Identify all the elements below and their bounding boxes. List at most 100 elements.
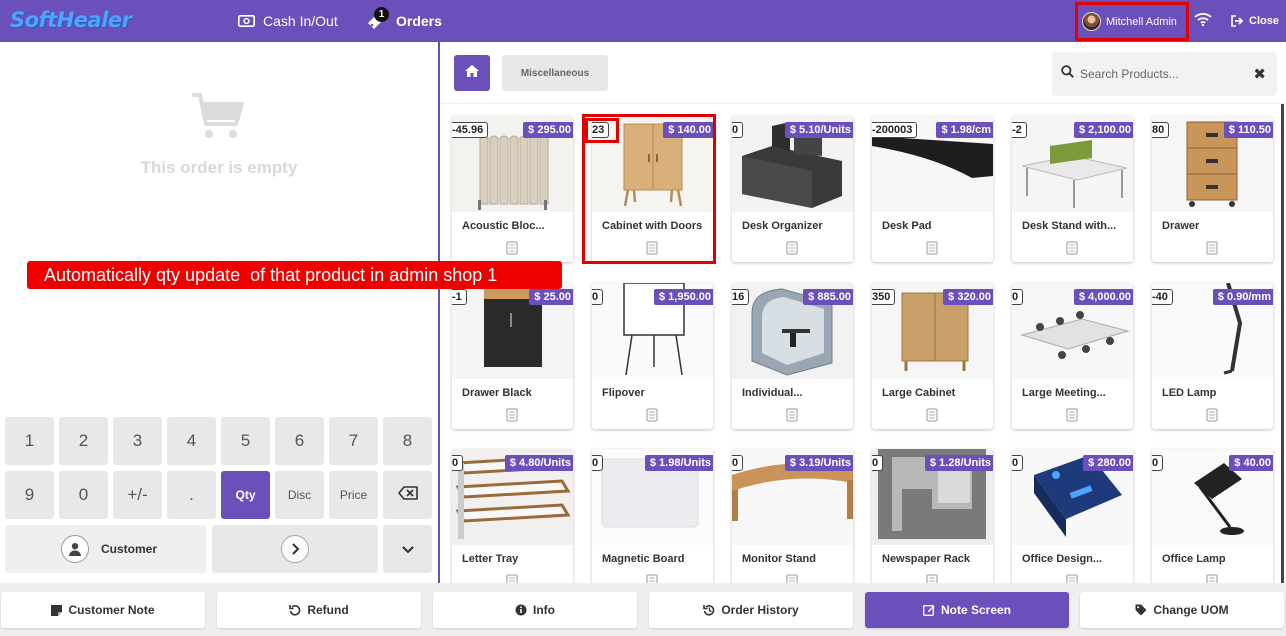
price-badge: $ 0.90/mm — [1212, 289, 1273, 305]
action-bar: Customer Note Refund Info Order History … — [0, 583, 1286, 636]
product-info-icon[interactable] — [506, 574, 518, 583]
products-scrollbar[interactable] — [1281, 104, 1284, 583]
top-bar: SoftHealer Cash In/Out 1 Orders Mitchell… — [0, 0, 1286, 42]
numpad-key-0[interactable]: 0 — [59, 471, 108, 519]
product-card[interactable]: -40 $ 0.90/mm LED Lamp — [1152, 283, 1273, 429]
toolbar-separator — [440, 103, 1286, 104]
product-info-icon[interactable] — [786, 408, 798, 427]
product-info-icon[interactable] — [646, 574, 658, 583]
product-name: LED Lamp — [1162, 387, 1217, 399]
product-info-icon[interactable] — [1206, 574, 1218, 583]
close-icon[interactable]: ✖ — [1253, 65, 1266, 83]
undo-icon — [289, 604, 301, 616]
order-history-button[interactable]: Order History — [649, 592, 853, 628]
product-name: Drawer Black — [462, 387, 532, 399]
product-info-icon[interactable] — [1206, 408, 1218, 427]
product-name: Newspaper Rack — [882, 553, 971, 565]
product-card[interactable]: -200003 $ 1.98/cm Desk Pad — [872, 116, 993, 262]
home-category-button[interactable] — [454, 55, 490, 91]
product-name: Acoustic Bloc... — [462, 220, 545, 232]
product-name: Desk Organizer — [742, 220, 823, 232]
stock-qty-badge: 0 — [1012, 289, 1024, 305]
numpad-key-6[interactable]: 6 — [275, 417, 324, 465]
product-card[interactable]: 23 $ 140.00 Cabinet with Doors — [592, 116, 713, 262]
backspace-button[interactable] — [383, 471, 432, 519]
product-card[interactable]: 0 $ 3.19/Units Monitor Stand — [732, 449, 853, 583]
products-panel: Miscellaneous ✖ -45.96 $ 295.00 Acoustic… — [440, 42, 1286, 583]
stock-qty-badge: 350 — [872, 289, 896, 305]
product-card[interactable]: 0 $ 4.80/Units Letter Tray — [452, 449, 573, 583]
product-card[interactable]: 0 $ 1.98/Units Magnetic Board — [592, 449, 713, 583]
price-badge: $ 4,000.00 — [1074, 289, 1133, 305]
product-info-icon[interactable] — [786, 574, 798, 583]
disc-mode-button[interactable]: Disc — [275, 471, 324, 519]
product-info-icon[interactable] — [926, 241, 938, 260]
change-uom-button[interactable]: Change UOM — [1080, 592, 1284, 628]
product-card[interactable]: 0 $ 1.28/Units Newspaper Rack — [872, 449, 993, 583]
note-screen-button[interactable]: Note Screen — [865, 592, 1069, 628]
product-info-icon[interactable] — [1206, 241, 1218, 260]
more-options-button[interactable] — [383, 525, 432, 573]
price-mode-button[interactable]: Price — [329, 471, 378, 519]
numpad-key-4[interactable]: 4 — [167, 417, 216, 465]
category-miscellaneous[interactable]: Miscellaneous — [502, 55, 608, 91]
product-card[interactable]: -45.96 $ 295.00 Acoustic Bloc... — [452, 116, 573, 262]
product-info-icon[interactable] — [506, 408, 518, 427]
price-badge: $ 885.00 — [803, 289, 853, 305]
payment-button[interactable] — [212, 525, 378, 573]
numpad-key-1[interactable]: 1 — [5, 417, 54, 465]
price-badge: $ 5.10/Units — [784, 122, 853, 138]
product-card[interactable]: 16 $ 885.00 Individual... — [732, 283, 853, 429]
info-icon — [515, 604, 527, 616]
search-input[interactable] — [1080, 67, 1250, 81]
numpad-key-2[interactable]: 2 — [59, 417, 108, 465]
product-info-icon[interactable] — [646, 241, 658, 260]
product-info-icon[interactable] — [1066, 241, 1078, 260]
product-info-icon[interactable] — [506, 241, 518, 260]
product-card[interactable]: 0 $ 280.00 Office Design... — [1012, 449, 1133, 583]
product-info-icon[interactable] — [646, 408, 658, 427]
numpad-key-9[interactable]: 9 — [5, 471, 54, 519]
orders-button[interactable]: 1 Orders — [366, 0, 442, 42]
product-card[interactable]: 350 $ 320.00 Large Cabinet — [872, 283, 993, 429]
product-card[interactable]: 0 $ 5.10/Units Desk Organizer — [732, 116, 853, 262]
product-info-icon[interactable] — [926, 574, 938, 583]
product-card[interactable]: 80 $ 110.50 Drawer — [1152, 116, 1273, 262]
product-info-icon[interactable] — [786, 241, 798, 260]
product-name: Drawer — [1162, 220, 1200, 232]
product-card[interactable]: 0 $ 40.00 Office Lamp — [1152, 449, 1273, 583]
order-panel: This order is empty 1 2 3 4 5 6 7 8 9 0 … — [0, 42, 438, 583]
product-card[interactable]: 0 $ 4,000.00 Large Meeting... — [1012, 283, 1133, 429]
refund-button[interactable]: Refund — [217, 592, 421, 628]
order-history-label: Order History — [721, 603, 799, 617]
product-info-icon[interactable] — [926, 408, 938, 427]
numpad-key-decimal[interactable]: . — [167, 471, 216, 519]
customer-note-button[interactable]: Customer Note — [1, 592, 205, 628]
product-card[interactable]: 0 $ 1,950.00 Flipover — [592, 283, 713, 429]
product-card[interactable]: -2 $ 2,100.00 Desk Stand with... — [1012, 116, 1133, 262]
stock-qty-badge: 0 — [872, 455, 884, 471]
cash-in-out-button[interactable]: Cash In/Out — [238, 0, 338, 42]
info-button[interactable]: Info — [433, 592, 637, 628]
qty-mode-button[interactable]: Qty — [221, 471, 270, 519]
product-name: Monitor Stand — [742, 553, 816, 565]
close-button[interactable]: Close — [1231, 0, 1279, 42]
customer-label: Customer — [101, 542, 158, 556]
search-bar[interactable]: ✖ — [1052, 52, 1277, 96]
sign-out-icon — [1231, 15, 1245, 27]
numpad-key-5[interactable]: 5 — [221, 417, 270, 465]
chevron-down-icon — [401, 539, 414, 559]
product-info-icon[interactable] — [1066, 574, 1078, 583]
product-name: Desk Stand with... — [1022, 220, 1117, 232]
user-menu[interactable]: Mitchell Admin — [1075, 2, 1189, 41]
numpad-key-plus-minus[interactable]: +/- — [113, 471, 162, 519]
product-name: Large Cabinet — [882, 387, 956, 399]
numpad-key-3[interactable]: 3 — [113, 417, 162, 465]
product-card[interactable]: -1 $ 25.00 Drawer Black — [452, 283, 573, 429]
customer-button[interactable]: Customer — [5, 525, 206, 573]
avatar — [1082, 12, 1101, 31]
numpad-key-8[interactable]: 8 — [383, 417, 432, 465]
product-info-icon[interactable] — [1066, 408, 1078, 427]
numpad-key-7[interactable]: 7 — [329, 417, 378, 465]
price-badge: $ 4.80/Units — [504, 455, 573, 471]
